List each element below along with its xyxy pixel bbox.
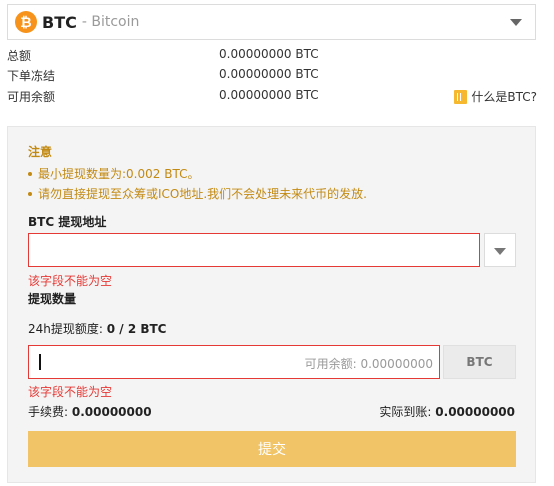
notice-title: 注意 [28,145,53,159]
coin-name: - Bitcoin [82,14,140,30]
balance-frozen-label: 下单冻结 [7,69,56,83]
withdraw-panel: 注意 最小提现数量为:0.002 BTC。 请勿直接提现至众筹或ICO地址.我们… [7,126,536,483]
text-caret [39,354,41,370]
fee-value: 0.00000000 [71,405,152,419]
balance-available-row: 可用余额 0.00000000 BTC 什么是BTC? [7,86,547,106]
coin-separator: - [81,14,87,30]
notice-item: 请勿直接提现至众筹或ICO地址.我们不会处理未来代币的发放. [28,185,367,202]
balance-frozen-row: 下单冻结 0.00000000 BTC [7,65,547,85]
balance-available-value: 0.00000000 BTC [219,88,319,102]
received-label: 实际到账: [379,405,436,419]
coin-full-name: Bitcoin [91,14,140,30]
fee-label: 手续费: [28,405,72,419]
coin-selector[interactable]: ₿ BTC - Bitcoin [7,4,536,40]
what-is-btc-link[interactable]: 什么是BTC? [454,88,537,105]
what-is-btc-label: 什么是BTC? [471,90,537,104]
amount-error: 该字段不能为空 [28,385,113,399]
notice-item: 最小提现数量为:0.002 BTC。 [28,165,199,182]
address-input[interactable] [28,233,480,267]
address-error: 该字段不能为空 [28,274,113,288]
address-dropdown-button[interactable] [484,233,516,267]
submit-button[interactable]: 提交 [28,431,516,467]
balance-total-label: 总额 [7,49,32,63]
notice-item-text: 请勿直接提现至众筹或ICO地址.我们不会处理未来代币的发放. [38,187,367,201]
received-amount: 实际到账: 0.00000000 [379,403,515,420]
coin-symbol: BTC [42,12,77,32]
balance-available-label: 可用余额 [7,90,56,104]
balance-total-value: 0.00000000 BTC [219,47,319,61]
balance-frozen-value: 0.00000000 BTC [219,67,319,81]
bitcoin-icon: ₿ [15,11,37,33]
address-label: BTC 提现地址 [28,215,107,229]
chevron-down-icon [510,19,522,26]
withdraw-limit-value: 0 / 2 BTC [106,322,167,336]
bullet-icon [28,171,32,176]
amount-input[interactable]: 可用余额: 0.00000000 [28,345,440,379]
amount-placeholder: 可用余额: 0.00000000 [304,357,433,371]
amount-unit: BTC [443,345,516,379]
withdraw-limit: 24h提现额度: 0 / 2 BTC [28,320,167,337]
amount-label: 提现数量 [28,292,77,306]
received-value: 0.00000000 [435,405,515,419]
notice-item-text: 最小提现数量为:0.002 BTC。 [38,167,200,181]
balance-total-row: 总额 0.00000000 BTC [7,45,547,65]
fee: 手续费: 0.00000000 [28,403,152,420]
bullet-icon [28,191,32,196]
withdraw-limit-label: 24h提现额度: [28,322,107,336]
book-icon [454,89,468,104]
